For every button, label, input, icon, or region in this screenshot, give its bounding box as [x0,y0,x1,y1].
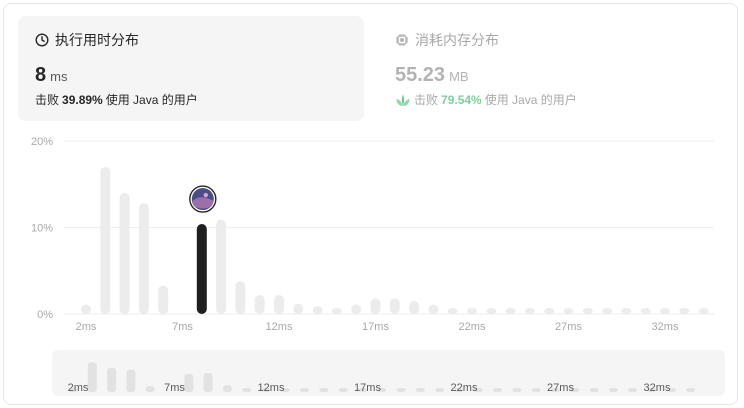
overview-bar [203,373,213,392]
memory-value-row: 55.23 MB [395,64,707,86]
highlighted-bar[interactable] [196,224,207,315]
user-avatar [189,185,217,213]
overview-bar [87,362,97,392]
overview-bar [435,388,445,392]
x-tick-label: 22ms [459,321,486,333]
overview-bar [415,388,425,392]
distribution-bar[interactable] [524,307,535,315]
overview-bar [608,388,618,392]
distribution-bar[interactable] [544,307,555,315]
distribution-bar[interactable] [158,285,169,315]
chip-icon [395,33,409,47]
runtime-title-row: 执行用时分布 [35,30,347,50]
overview-bar [338,388,348,392]
distribution-bar[interactable] [409,301,420,315]
overview-bar [396,388,406,392]
distribution-bar[interactable] [447,307,458,315]
x-tick-label: 7ms [172,321,193,333]
distribution-bar[interactable] [389,298,400,315]
runtime-beat-row: 击败 39.89% 使用 Java 的用户 [35,92,347,108]
distribution-bar[interactable] [621,307,632,315]
clock-icon [35,33,49,47]
distribution-bar[interactable] [428,304,439,315]
distribution-bar[interactable] [370,298,381,315]
overview-bar [222,385,232,392]
distribution-bar[interactable] [138,203,149,315]
overview-bar [107,367,117,392]
distribution-bar[interactable] [216,219,227,315]
memory-beat-suffix: 使用 Java 的用户 [484,93,577,107]
runtime-value: 8 [35,64,47,86]
distribution-bar[interactable] [119,192,130,315]
distribution-bar[interactable] [505,307,516,315]
overview-bar [493,388,503,392]
runtime-value-row: 8 ms [35,64,347,86]
memory-beat-label: 击败 [414,93,439,107]
memory-unit: MB [449,69,469,84]
distribution-bar[interactable] [235,281,246,315]
overview-bar [531,388,541,392]
overview-x-tick-label: 22ms [451,382,478,394]
overview-bar [242,388,252,392]
memory-beat-row: 击败 79.54% 使用 Java 的用户 [395,92,707,108]
distribution-bar[interactable] [582,307,593,315]
overview-x-tick-label: 7ms [164,382,185,394]
distribution-bar[interactable] [467,307,477,315]
overview-bar [126,369,136,392]
overview-x-tick-label: 17ms [354,382,381,394]
runtime-beat-suffix: 使用 Java 的用户 [105,93,198,107]
distribution-bar[interactable] [81,304,91,315]
overview-bar [686,388,696,392]
leaf-icon [395,93,411,107]
x-tick-label: 2ms [76,321,97,333]
overview-bar [589,388,599,392]
overview-x-tick-label: 27ms [547,382,574,394]
runtime-distribution-chart[interactable]: 0% 10% 20% 2ms 7ms 12ms 17ms 22ms 27ms 32ms [0,130,744,340]
distribution-bar[interactable] [351,304,362,315]
x-tick-label: 17ms [362,321,389,333]
distribution-bar[interactable] [274,294,284,315]
runtime-beat-label: 击败 [35,93,60,107]
distribution-range-overview[interactable]: 2ms 7ms 12ms 17ms 22ms 27ms 32ms [52,350,725,396]
runtime-title: 执行用时分布 [55,32,139,48]
distribution-bar[interactable] [331,307,342,315]
y-tick-label: 10% [31,223,53,235]
distribution-bar[interactable] [486,307,497,315]
y-tick-label: 0% [37,309,53,321]
x-tick-label: 12ms [266,321,293,333]
overview-bar [628,388,638,392]
memory-title-row: 消耗内存分布 [395,30,707,50]
x-tick-label: 32ms [652,321,679,333]
overview-bar [512,388,522,392]
distribution-bar[interactable] [254,294,265,315]
runtime-unit: ms [50,69,68,84]
distribution-bar[interactable] [679,307,690,315]
overview-bar [145,386,155,392]
overview-bar [300,388,310,392]
overview-x-tick-label: 32ms [644,382,671,394]
distribution-bar[interactable] [640,307,651,315]
distribution-bar[interactable] [698,307,709,315]
distribution-bar[interactable] [602,307,613,315]
memory-value: 55.23 [395,64,446,86]
distribution-bar[interactable] [312,306,323,315]
distribution-bar[interactable] [100,166,111,315]
distribution-bar[interactable] [660,307,670,315]
distribution-bar[interactable] [563,307,574,315]
overview-bar [319,388,329,392]
runtime-card[interactable]: 执行用时分布 8 ms 击败 39.89% 使用 Java 的用户 [18,16,364,121]
overview-bar [184,373,194,392]
memory-beat-percent: 79.54% [441,93,482,107]
overview-x-tick-label: 2ms [68,382,89,394]
y-tick-label: 20% [31,136,53,148]
overview-x-tick-label: 12ms [258,382,285,394]
x-tick-label: 27ms [555,321,582,333]
runtime-beat-percent: 39.89% [62,93,103,107]
distribution-bar[interactable] [293,303,304,315]
memory-card[interactable]: 消耗内存分布 55.23 MB 击败 79.54% 使用 Java 的用户 [378,16,724,121]
memory-title: 消耗内存分布 [415,32,499,48]
